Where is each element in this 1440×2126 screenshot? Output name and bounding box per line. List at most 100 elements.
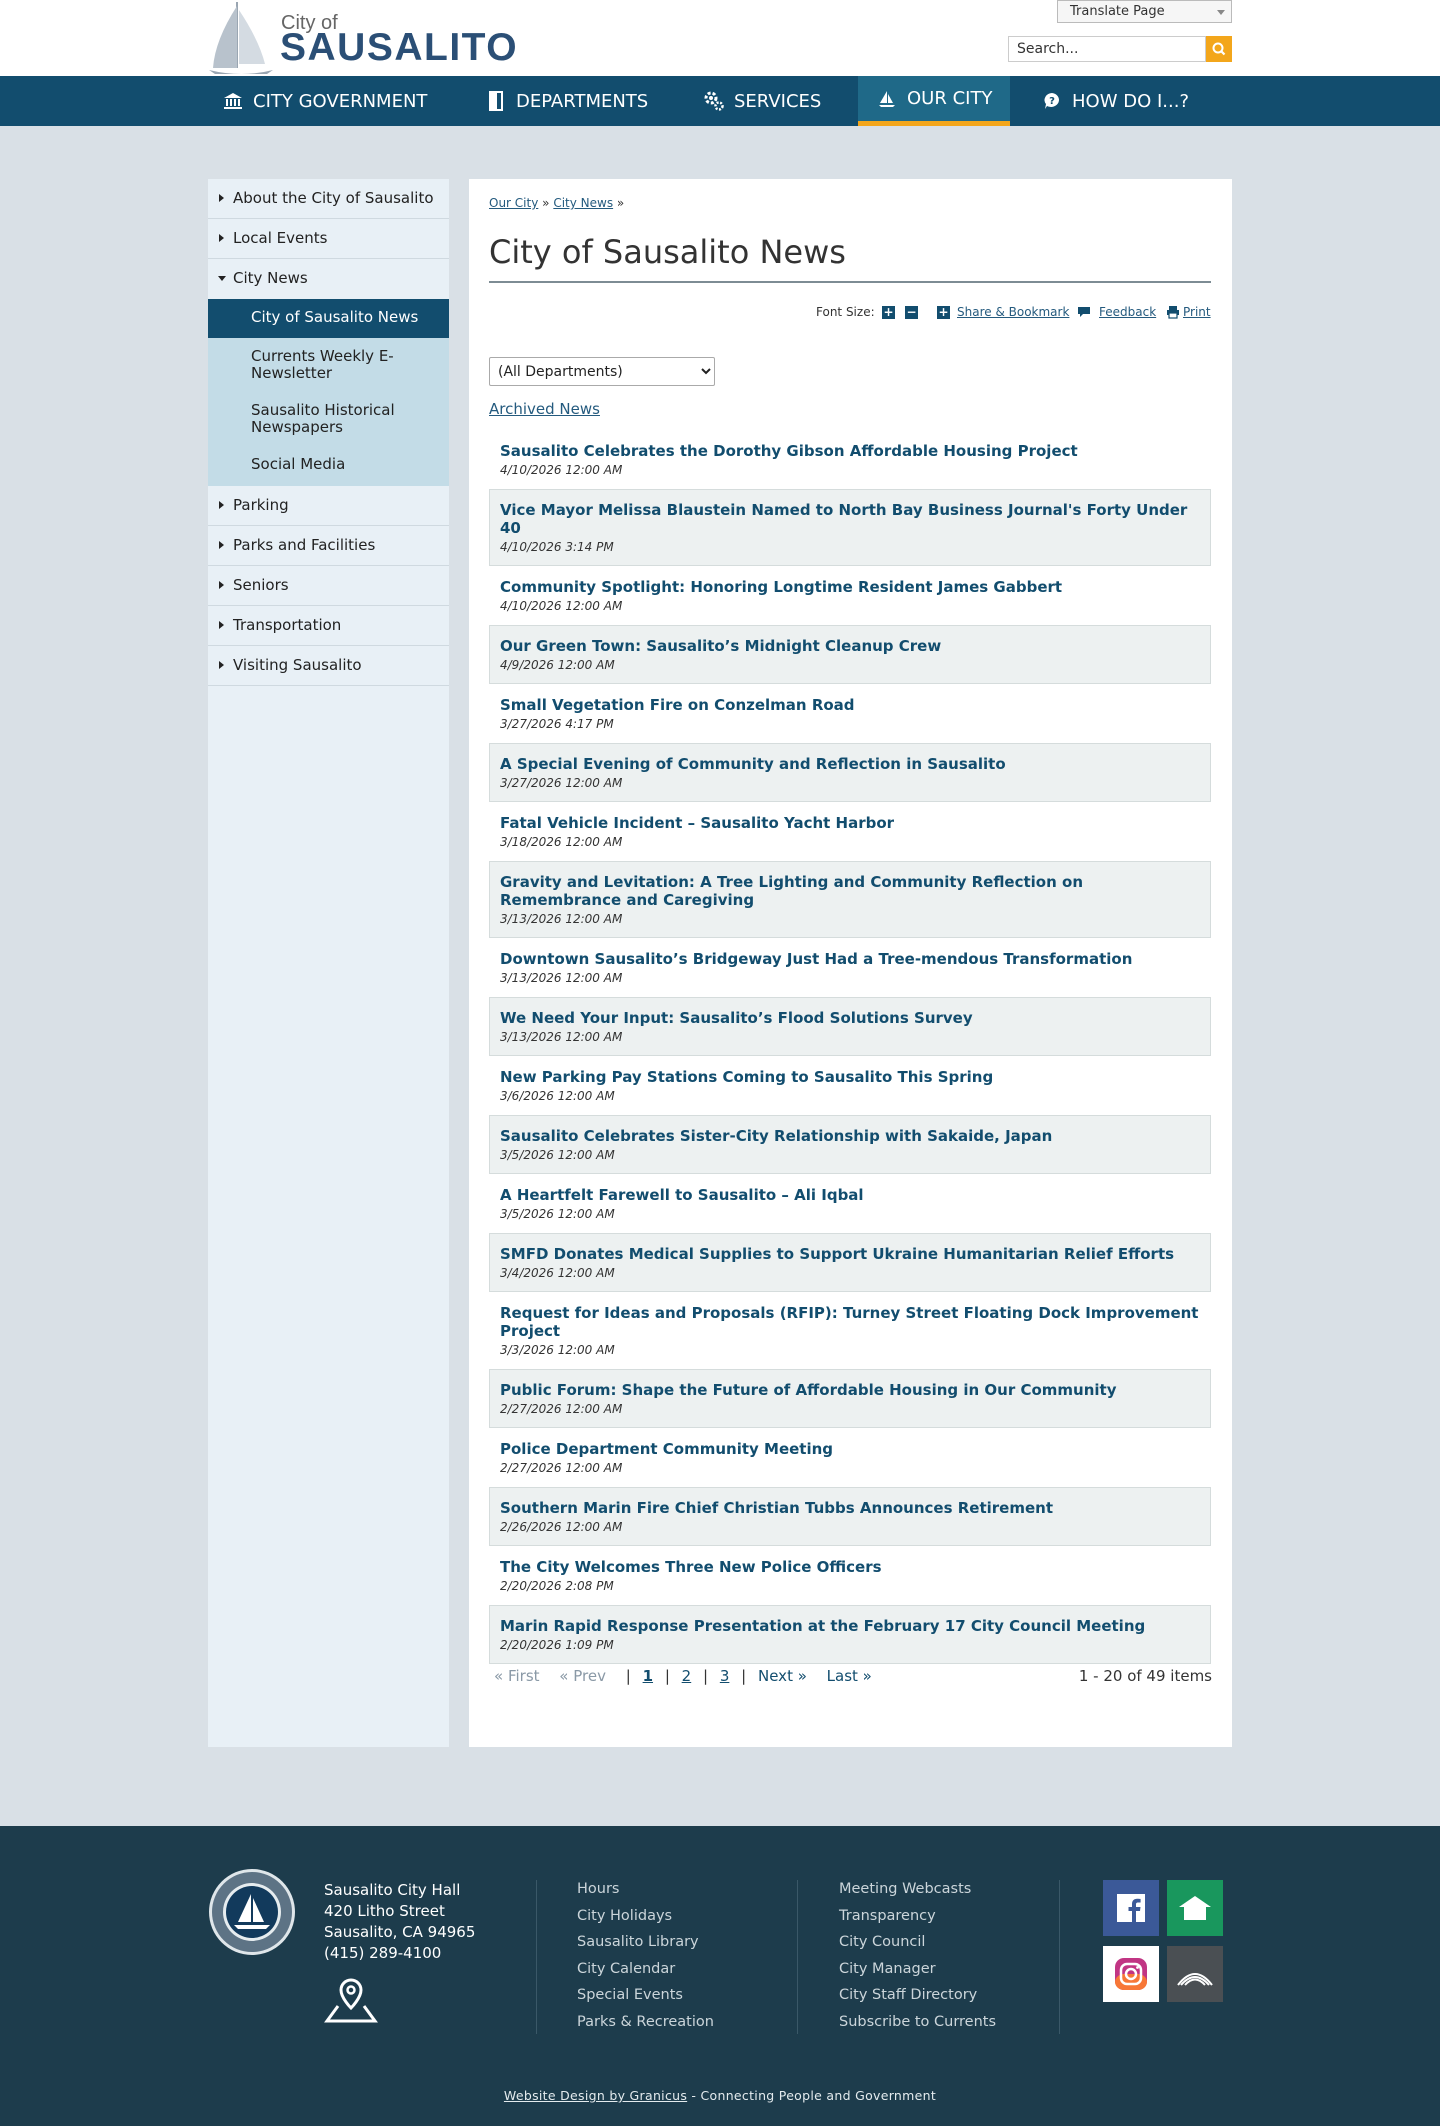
news-title-link[interactable]: New Parking Pay Stations Coming to Sausa… [500,1068,1200,1086]
footer-link-special-events[interactable]: Special Events [577,1982,714,2009]
news-title-link[interactable]: Sausalito Celebrates Sister-City Relatio… [500,1127,1200,1145]
news-title-link[interactable]: Marin Rapid Response Presentation at the… [500,1617,1200,1635]
footer-link-hours[interactable]: Hours [577,1876,714,1903]
sidebar-subitem-city-news-page[interactable]: City of Sausalito News [208,299,449,338]
news-title-link[interactable]: A Heartfelt Farewell to Sausalito – Ali … [500,1186,1200,1204]
sidebar-item-label: Transportation [233,616,342,634]
news-date: 3/5/2026 12:00 AM [500,1207,615,1221]
footer-link-transparency[interactable]: Transparency [839,1903,996,1930]
news-title-link[interactable]: Sausalito Celebrates the Dorothy Gibson … [500,442,1200,460]
news-title-link[interactable]: We Need Your Input: Sausalito’s Flood So… [500,1009,1200,1027]
news-date: 3/4/2026 12:00 AM [500,1266,615,1280]
footer-link-city-manager[interactable]: City Manager [839,1956,996,1983]
sailboat-logo-icon [209,2,273,74]
bridge-button[interactable] [1167,1946,1223,2002]
address-phone: (415) 289-4100 [324,1944,442,1962]
news-date: 3/6/2026 12:00 AM [500,1089,615,1103]
footer-divider [797,1880,798,2034]
sidebar-subitem-currents[interactable]: Currents Weekly E-Newsletter [208,338,449,392]
pager-page-2[interactable]: 2 [682,1667,692,1685]
news-list: Sausalito Celebrates the Dorothy Gibson … [489,430,1211,1664]
breadcrumb-separator: » [542,196,550,210]
footer-link-webcasts[interactable]: Meeting Webcasts [839,1876,996,1903]
facebook-button[interactable] [1103,1880,1159,1936]
search-button[interactable] [1206,36,1232,62]
news-date: 4/10/2026 3:14 PM [500,540,614,554]
news-title-link[interactable]: Downtown Sausalito’s Bridgeway Just Had … [500,950,1200,968]
news-title-link[interactable]: Gravity and Levitation: A Tree Lighting … [500,873,1200,909]
sidebar-item-parking[interactable]: Parking [208,486,449,526]
footer-link-staff-directory[interactable]: City Staff Directory [839,1982,996,2009]
map-pin-icon[interactable] [324,1976,378,2024]
nextdoor-icon [1179,1896,1211,1920]
footer-link-city-council[interactable]: City Council [839,1929,996,1956]
caret-right-icon [219,194,224,202]
news-item: We Need Your Input: Sausalito’s Flood So… [489,997,1211,1056]
archived-news-link[interactable]: Archived News [489,400,600,418]
search-input[interactable] [1008,36,1206,62]
news-title-link[interactable]: A Special Evening of Community and Refle… [500,755,1200,773]
news-item: Small Vegetation Fire on Conzelman Road 3… [489,684,1211,743]
item-count: 1 - 20 of 49 items [1078,1667,1212,1685]
news-title-link[interactable]: Community Spotlight: Honoring Longtime R… [500,578,1200,596]
city-logo[interactable]: City of SAUSALITO [207,0,517,76]
footer-link-library[interactable]: Sausalito Library [577,1929,714,1956]
news-title-link[interactable]: SMFD Donates Medical Supplies to Support… [500,1245,1200,1263]
sidebar-item-label: Visiting Sausalito [233,656,362,674]
sidebar-subitem-social-media[interactable]: Social Media [208,446,449,486]
news-title-link[interactable]: Southern Marin Fire Chief Christian Tubb… [500,1499,1200,1517]
nav-city-government[interactable]: CITY GOVERNMENT [222,76,427,126]
caret-right-icon [219,581,224,589]
breadcrumb-our-city[interactable]: Our City [489,196,538,210]
pager-separator: | [702,1667,709,1685]
pager-last[interactable]: Last » [827,1667,872,1685]
nav-services[interactable]: SERVICES [703,76,821,126]
font-increase-button[interactable]: + [882,306,895,319]
pager-first: « First [494,1667,540,1685]
news-title-link[interactable]: Request for Ideas and Proposals (RFIP): … [500,1304,1200,1340]
news-title-link[interactable]: Small Vegetation Fire on Conzelman Road [500,696,1200,714]
nav-how-do-i[interactable]: ? HOW DO I...? [1041,76,1189,126]
news-title-link[interactable]: Fatal Vehicle Incident – Sausalito Yacht… [500,814,1200,832]
news-item: The City Welcomes Three New Police Offic… [489,1546,1211,1605]
sidebar-item-label: Parking [233,496,289,514]
granicus-link[interactable]: Website Design by Granicus [504,2088,687,2103]
pager-next[interactable]: Next » [758,1667,807,1685]
news-item: A Special Evening of Community and Refle… [489,743,1211,802]
nextdoor-button[interactable] [1167,1880,1223,1936]
news-title-link[interactable]: Public Forum: Shape the Future of Afford… [500,1381,1200,1399]
sidebar-item-transportation[interactable]: Transportation [208,606,449,646]
nav-our-city[interactable]: OUR CITY [858,76,1011,126]
translate-dropdown[interactable]: Translate Page [1057,0,1232,23]
share-bookmark-link[interactable]: Share & Bookmark [957,305,1069,319]
sidebar-item-visiting[interactable]: Visiting Sausalito [208,646,449,686]
sidebar-item-label: Local Events [233,229,328,247]
sidebar-item-city-news[interactable]: City News [208,259,449,299]
news-title-link[interactable]: The City Welcomes Three New Police Offic… [500,1558,1200,1576]
feedback-link[interactable]: Feedback [1099,305,1156,319]
sidebar-item-local-events[interactable]: Local Events [208,219,449,259]
news-date: 2/27/2026 12:00 AM [500,1402,623,1416]
breadcrumb: Our City » City News » [489,196,624,210]
news-title-link[interactable]: Our Green Town: Sausalito’s Midnight Cle… [500,637,1200,655]
news-item: SMFD Donates Medical Supplies to Support… [489,1233,1211,1292]
footer-link-parks-rec[interactable]: Parks & Recreation [577,2009,714,2036]
sidebar-item-seniors[interactable]: Seniors [208,566,449,606]
instagram-button[interactable] [1103,1946,1159,2002]
sidebar-item-parks[interactable]: Parks and Facilities [208,526,449,566]
main-nav: CITY GOVERNMENT DEPARTMENTS SERVICES OUR… [0,76,1440,126]
sidebar-subitem-historical-newspapers[interactable]: Sausalito Historical Newspapers [208,392,449,446]
pager-page-3[interactable]: 3 [720,1667,730,1685]
breadcrumb-city-news[interactable]: City News [553,196,613,210]
footer-link-holidays[interactable]: City Holidays [577,1903,714,1930]
news-title-link[interactable]: Vice Mayor Melissa Blaustein Named to No… [500,501,1200,537]
department-filter-select[interactable]: (All Departments) [489,357,715,386]
font-decrease-button[interactable]: − [905,306,918,319]
footer-link-subscribe[interactable]: Subscribe to Currents [839,2009,996,2036]
nav-departments[interactable]: DEPARTMENTS [485,76,648,126]
footer-link-calendar[interactable]: City Calendar [577,1956,714,1983]
news-title-link[interactable]: Police Department Community Meeting [500,1440,1200,1458]
print-link[interactable]: Print [1183,305,1211,319]
site-header: City of SAUSALITO Translate Page [0,0,1440,76]
sidebar-item-about[interactable]: About the City of Sausalito [208,179,449,219]
